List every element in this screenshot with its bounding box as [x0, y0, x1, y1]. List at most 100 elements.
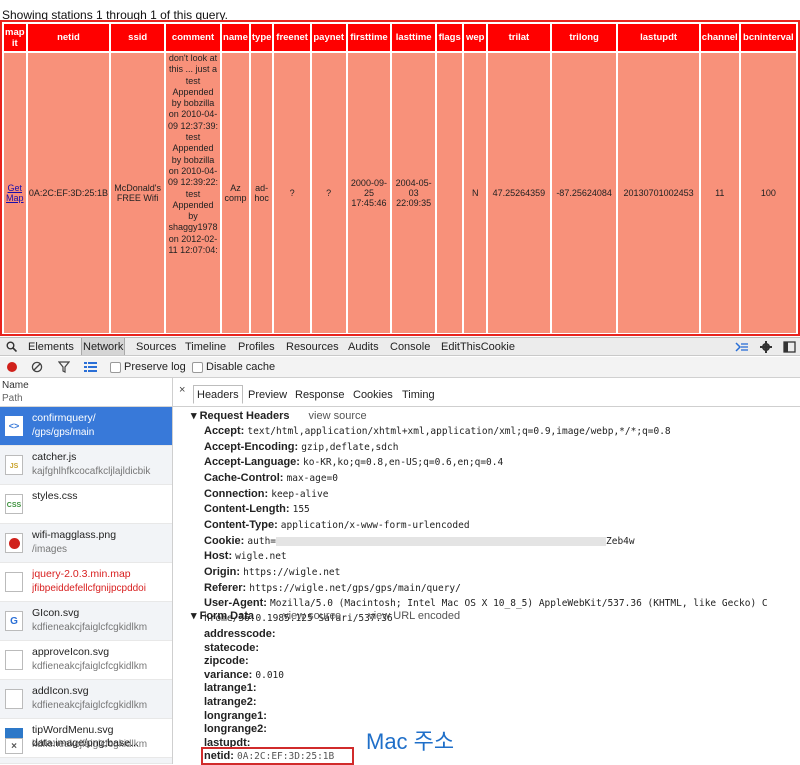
document-icon: <>: [5, 416, 23, 436]
request-item-approveicon-svg[interactable]: approveIcon.svg kdfieneakcjfaiglcfcgkidl…: [0, 641, 172, 680]
tab-timeline[interactable]: Timeline: [185, 341, 226, 353]
g-icon: G: [5, 611, 23, 631]
request-name: catcher.js: [32, 451, 77, 463]
col-header-name: name: [222, 24, 249, 51]
header-user-agent: User-Agent: Mozilla/5.0 (Macintosh; Inte…: [204, 597, 768, 609]
tab-console[interactable]: Console: [390, 341, 430, 353]
request-name: tipWordMenu.svg: [32, 724, 114, 736]
request-name: wifi-magglass.png: [32, 529, 117, 541]
col-header-type: type: [250, 24, 273, 51]
tab-resources[interactable]: Resources: [286, 341, 339, 353]
gear-icon[interactable]: [760, 341, 772, 353]
bcninterval-cell: 100: [740, 53, 796, 333]
tab-elements[interactable]: Elements: [28, 341, 74, 353]
tab-response[interactable]: Response: [295, 389, 345, 401]
tab-audits[interactable]: Audits: [348, 341, 379, 353]
preserve-log-checkbox[interactable]: [110, 361, 121, 373]
form-latrange1: latrange1:: [204, 682, 257, 695]
console-drawer-icon[interactable]: [735, 342, 749, 352]
firsttime-cell: 2000-09-25 17:45:46: [347, 53, 391, 333]
lasttime-cell: 2004-05-03 22:09:35: [392, 53, 435, 333]
name-cell: Az comp: [222, 53, 249, 333]
tab-headers[interactable]: Headers: [193, 385, 243, 404]
request-headers-section[interactable]: ▾ Request Headers view source: [191, 409, 367, 422]
view-url-encoded-link[interactable]: view URL encoded: [368, 610, 460, 622]
col-header-lastupdt: lastupdt: [618, 24, 699, 51]
col-header-lasttime: lasttime: [392, 24, 435, 51]
col-header-firsttime: firsttime: [347, 24, 391, 51]
preserve-log-toggle[interactable]: Preserve log: [110, 361, 186, 373]
form-latrange2: latrange2:: [204, 696, 257, 708]
tab-cookies[interactable]: Cookies: [353, 389, 393, 401]
inspect-search-icon[interactable]: [6, 341, 17, 352]
request-name: addIcon.svg: [32, 685, 89, 697]
request-path: kdfieneakcjfaiglcfcgkidlkm: [32, 622, 148, 633]
col-header-comment: comment: [166, 24, 221, 51]
request-item-data-image[interactable]: × data:image/png;base...: [0, 737, 172, 764]
comment-cell: don't look at this ... just a test Appen…: [166, 53, 221, 333]
close-detail-icon[interactable]: ×: [179, 384, 185, 396]
tab-editthiscookie[interactable]: EditThisCookie: [441, 341, 515, 353]
request-name: jquery-2.0.3.min.map: [32, 568, 131, 580]
tab-preview[interactable]: Preview: [248, 389, 287, 401]
view-source-link[interactable]: view source: [283, 610, 341, 622]
header-cookie: Cookie: auth= Zeb4w: [204, 535, 635, 547]
trilong-cell: -87.25624084: [551, 53, 617, 333]
col-header-netid: netid: [27, 24, 110, 51]
request-item-gicon-svg[interactable]: G GIcon.svg kdfieneakcjfaiglcfcgkidlkm: [0, 602, 172, 641]
request-item-jquery-map[interactable]: jquery-2.0.3.min.map jfibpeiddefellcfgni…: [0, 563, 172, 602]
view-source-link[interactable]: view source: [309, 410, 367, 422]
request-list-header: Name Path: [0, 378, 172, 407]
form-longrange2: longrange2:: [204, 723, 267, 736]
header-referer: Referer: https://wigle.net/gps/gps/main/…: [204, 582, 461, 594]
header-accept-language: Accept-Language: ko-KR,ko;q=0.8,en-US;q=…: [204, 456, 504, 468]
request-item-addicon-svg[interactable]: addIcon.svg kdfieneakcjfaiglcfcgkidlkm: [0, 680, 172, 719]
form-data-section[interactable]: ▾ Form Data view source view URL encoded: [191, 609, 460, 622]
col-header-bcninterval: bcninterval: [740, 24, 796, 51]
image-icon: [5, 533, 23, 553]
wep-cell: N: [464, 53, 487, 333]
header-host: Host: wigle.net: [204, 550, 287, 562]
header-origin: Origin: https://wigle.net: [204, 566, 341, 578]
form-addresscode: addresscode:: [204, 628, 276, 640]
request-path: /images: [32, 544, 68, 555]
col-header-map-it: map it: [4, 24, 26, 51]
tab-timing[interactable]: Timing: [402, 389, 435, 401]
request-path: /gps/gps/main: [32, 427, 95, 438]
request-path: kdfieneakcjfaiglcfcgkidlkm: [32, 700, 148, 711]
get-map-link[interactable]: Get Map: [6, 183, 24, 203]
trilat-cell: 47.25264359: [488, 53, 550, 333]
header-accept-encoding: Accept-Encoding: gzip,deflate,sdch: [204, 441, 399, 453]
form-zipcode: zipcode:: [204, 655, 249, 668]
stations-table-container: map it netid ssid comment name type free…: [0, 20, 800, 336]
list-view-icon[interactable]: [84, 362, 97, 372]
disable-cache-toggle[interactable]: Disable cache: [192, 361, 275, 373]
paynet-cell: ?: [311, 53, 346, 333]
filter-icon[interactable]: [58, 361, 70, 373]
col-header-flags: flags: [436, 24, 463, 51]
tab-profiles[interactable]: Profiles: [238, 341, 275, 353]
header-content-type: Content-Type: application/x-www-form-url…: [204, 519, 470, 531]
request-name: confirmquery/: [32, 412, 96, 424]
blank-file-icon: [5, 572, 23, 592]
channel-cell: 11: [700, 53, 739, 333]
network-toolbar: Preserve log Disable cache: [0, 357, 800, 378]
table-row: Get Map 0A:2C:EF:3D:25:1B McDonald's FRE…: [4, 53, 796, 333]
clear-icon[interactable]: [31, 361, 43, 373]
path-column-header: Path: [2, 393, 23, 404]
request-item-confirmquery[interactable]: <> confirmquery/ /gps/gps/main: [0, 407, 172, 446]
redacted-cookie-value: [276, 536, 607, 546]
tab-network[interactable]: Network: [81, 338, 126, 355]
request-item-styles-css[interactable]: CSS styles.css: [0, 485, 172, 524]
request-item-wifi-magglass[interactable]: wifi-magglass.png /images: [0, 524, 172, 563]
disable-cache-checkbox[interactable]: [192, 361, 203, 373]
name-column-header[interactable]: Name: [2, 380, 29, 391]
disable-cache-label: Disable cache: [206, 361, 276, 373]
dock-icon[interactable]: [783, 341, 796, 353]
col-header-wep: wep: [464, 24, 487, 51]
lastupdt-cell: 20130701002453: [618, 53, 699, 333]
blank-file-icon: [5, 650, 23, 670]
record-icon[interactable]: [6, 361, 18, 373]
request-item-catcher-js[interactable]: JS catcher.js kajfghlhfkcocafkcljlajldic…: [0, 446, 172, 485]
tab-sources[interactable]: Sources: [136, 341, 176, 353]
